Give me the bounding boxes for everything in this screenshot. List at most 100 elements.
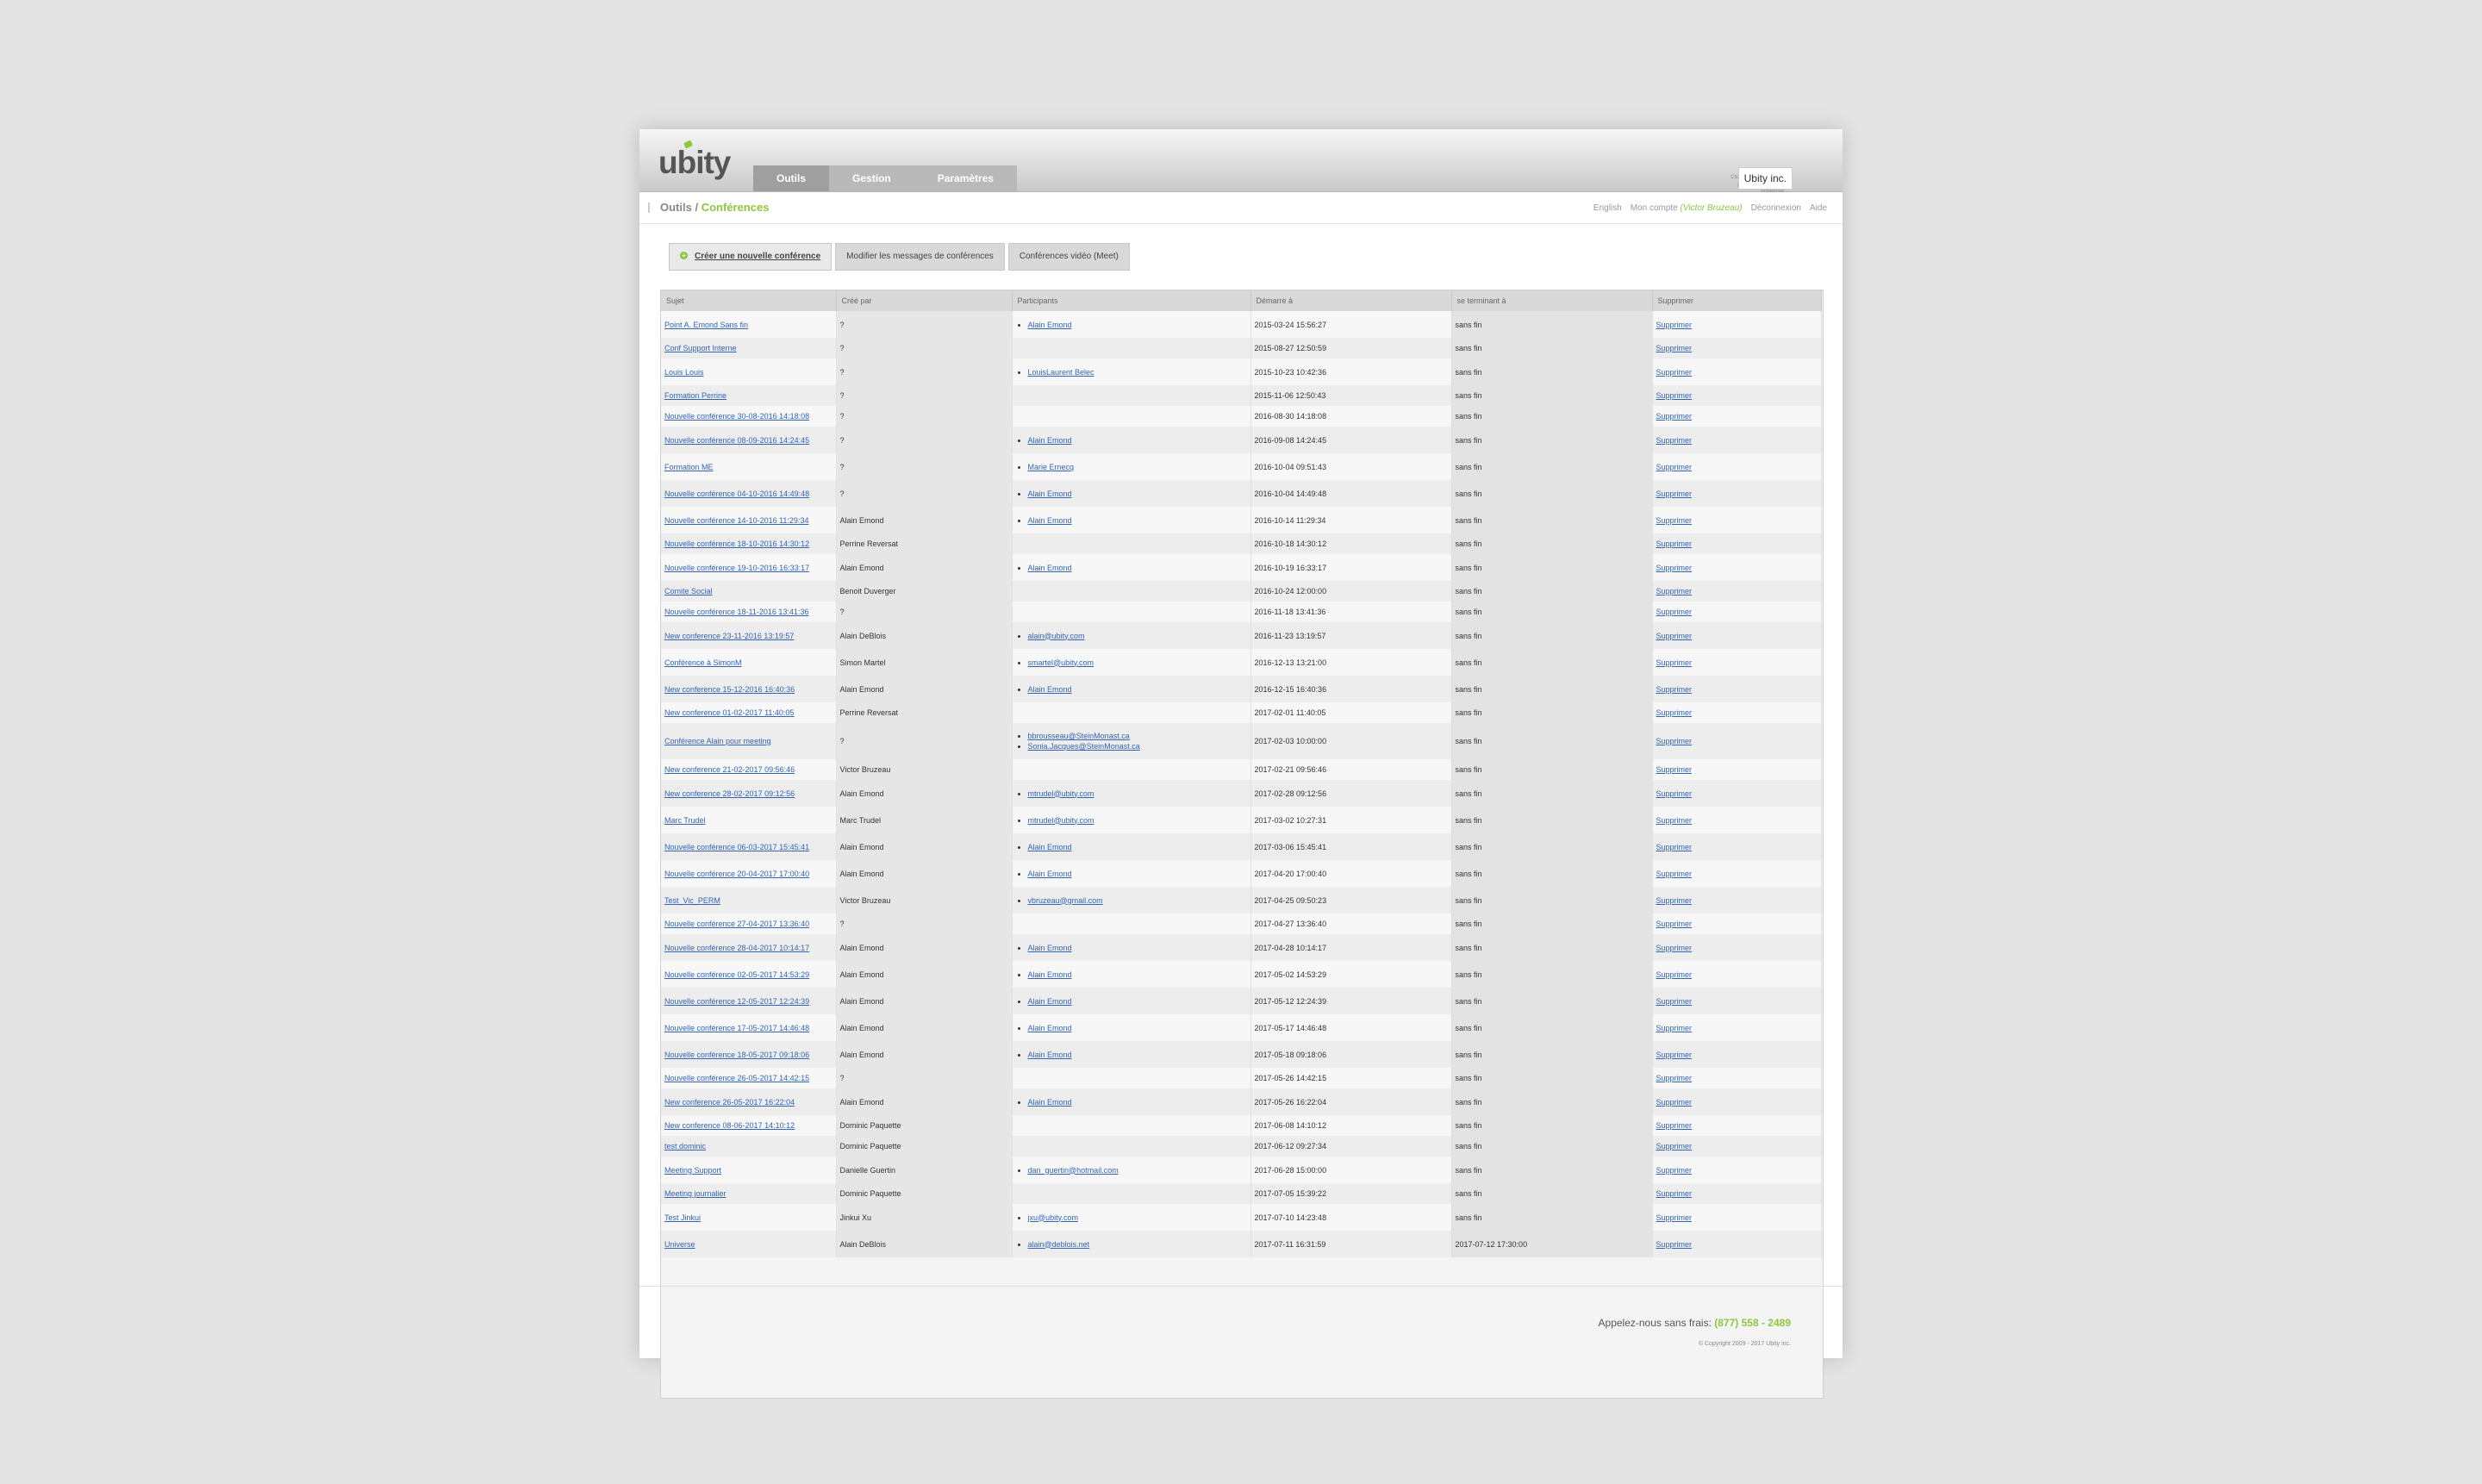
language-link[interactable]: English (1593, 203, 1622, 213)
participant-link[interactable]: Alain Emond (1028, 997, 1072, 1006)
delete-link[interactable]: Supprimer (1656, 685, 1693, 694)
delete-link[interactable]: Supprimer (1656, 1142, 1693, 1150)
participant-link[interactable]: alain@ubity.com (1028, 632, 1085, 640)
company-badge[interactable]: Ubity inc. (1737, 167, 1793, 190)
delete-link[interactable]: Supprimer (1656, 789, 1693, 798)
participant-link[interactable]: Alain Emond (1028, 516, 1072, 525)
edit-messages-button[interactable]: Modifier les messages de conférences (835, 243, 1005, 271)
delete-link[interactable]: Supprimer (1656, 1098, 1693, 1107)
conference-subject-link[interactable]: Formation Perrine (664, 391, 727, 400)
conference-subject-link[interactable]: New conference 15-12-2016 16:40:36 (664, 685, 795, 694)
delete-link[interactable]: Supprimer (1656, 489, 1693, 498)
conference-subject-link[interactable]: Nouvelle conférence 17-05-2017 14:46:48 (664, 1024, 809, 1032)
delete-link[interactable]: Supprimer (1656, 1240, 1693, 1249)
delete-link[interactable]: Supprimer (1656, 816, 1693, 825)
conference-subject-link[interactable]: New conference 08-06-2017 14:10:12 (664, 1121, 795, 1130)
delete-link[interactable]: Supprimer (1656, 539, 1693, 548)
ubity-logo[interactable]: ubity (658, 145, 731, 181)
participant-link[interactable]: Alain Emond (1028, 1051, 1072, 1059)
participant-link[interactable]: smartel@ubity.com (1028, 658, 1094, 667)
conference-subject-link[interactable]: Nouvelle conférence 26-05-2017 14:42:15 (664, 1074, 809, 1082)
account-link[interactable]: Mon compte (Victor Bruzeau) (1631, 203, 1743, 213)
phone-number[interactable]: (877) 558 - 2489 (1714, 1317, 1791, 1329)
participant-link[interactable]: Alain Emond (1028, 436, 1072, 445)
participant-link[interactable]: Sonia.Jacques@SteinMonast.ca (1028, 742, 1140, 751)
participant-link[interactable]: Alain Emond (1028, 321, 1072, 329)
delete-link[interactable]: Supprimer (1656, 737, 1693, 745)
conference-subject-link[interactable]: Nouvelle conférence 08-09-2016 14:24:45 (664, 436, 809, 445)
delete-link[interactable]: Supprimer (1656, 944, 1693, 952)
delete-link[interactable]: Supprimer (1656, 412, 1693, 421)
conference-subject-link[interactable]: Nouvelle conférence 02-05-2017 14:53:29 (664, 970, 809, 979)
participant-link[interactable]: alain@deblois.net (1028, 1240, 1090, 1249)
participant-link[interactable]: Alain Emond (1028, 870, 1072, 878)
delete-link[interactable]: Supprimer (1656, 1051, 1693, 1059)
participant-link[interactable]: bbrousseau@SteinMonast.ca (1028, 732, 1130, 740)
conference-subject-link[interactable]: Point A. Emond Sans fin (664, 321, 748, 329)
col-creator[interactable]: Créé par (836, 290, 1013, 311)
delete-link[interactable]: Supprimer (1656, 970, 1693, 979)
delete-link[interactable]: Supprimer (1656, 920, 1693, 928)
delete-link[interactable]: Supprimer (1656, 564, 1693, 572)
conference-subject-link[interactable]: Formation ME (664, 463, 714, 471)
participant-link[interactable]: Alain Emond (1028, 1024, 1072, 1032)
delete-link[interactable]: Supprimer (1656, 608, 1693, 616)
delete-link[interactable]: Supprimer (1656, 997, 1693, 1006)
delete-link[interactable]: Supprimer (1656, 1189, 1693, 1198)
col-participants[interactable]: Participants (1012, 290, 1251, 311)
conference-subject-link[interactable]: Meeting journalier (664, 1189, 727, 1198)
conference-subject-link[interactable]: Nouvelle conférence 27-04-2017 13:36:40 (664, 920, 809, 928)
breadcrumb-root[interactable]: Outils (660, 201, 692, 214)
conference-subject-link[interactable]: test dominic (664, 1142, 706, 1150)
conference-subject-link[interactable]: New conference 26-05-2017 16:22:04 (664, 1098, 795, 1107)
participant-link[interactable]: mtrudel@ubity.com (1028, 816, 1094, 825)
delete-link[interactable]: Supprimer (1656, 321, 1693, 329)
delete-link[interactable]: Supprimer (1656, 587, 1693, 595)
delete-link[interactable]: Supprimer (1656, 436, 1693, 445)
conference-subject-link[interactable]: Nouvelle conférence 18-10-2016 14:30:12 (664, 539, 809, 548)
nav-gestion[interactable]: Gestion (829, 165, 914, 191)
col-subject[interactable]: Sujet (661, 290, 837, 311)
conference-subject-link[interactable]: Conférence Alain pour meeting (664, 737, 771, 745)
nav-outils[interactable]: Outils (753, 165, 830, 191)
conference-subject-link[interactable]: Test_Vic_PERM (664, 896, 720, 905)
participant-link[interactable]: LouisLaurent Belec (1028, 368, 1094, 377)
delete-link[interactable]: Supprimer (1656, 1074, 1693, 1082)
participant-link[interactable]: Marie Ernecq (1028, 463, 1075, 471)
delete-link[interactable]: Supprimer (1656, 368, 1693, 377)
delete-link[interactable]: Supprimer (1656, 1166, 1693, 1175)
delete-link[interactable]: Supprimer (1656, 463, 1693, 471)
conference-subject-link[interactable]: Nouvelle conférence 06-03-2017 15:45:41 (664, 843, 809, 851)
participant-link[interactable]: Alain Emond (1028, 564, 1072, 572)
video-conferences-button[interactable]: Conférences vidéo (Meet) (1007, 243, 1130, 271)
conference-subject-link[interactable]: New conference 01-02-2017 11:40:05 (664, 708, 794, 717)
conference-subject-link[interactable]: Nouvelle conférence 28-04-2017 10:14:17 (664, 944, 809, 952)
create-conference-button[interactable]: + Créer une nouvelle conférence (669, 243, 833, 271)
conference-subject-link[interactable]: Nouvelle conférence 14-10-2016 11:29:34 (664, 516, 808, 525)
logout-link[interactable]: Déconnexion (1751, 203, 1801, 213)
delete-link[interactable]: Supprimer (1656, 391, 1693, 400)
delete-link[interactable]: Supprimer (1656, 843, 1693, 851)
participant-link[interactable]: mtrudel@ubity.com (1028, 789, 1094, 798)
conference-subject-link[interactable]: New conference 23-11-2016 13:19:57 (664, 632, 794, 640)
participant-link[interactable]: Alain Emond (1028, 970, 1072, 979)
conference-subject-link[interactable]: New conference 28-02-2017 09:12:56 (664, 789, 795, 798)
conference-subject-link[interactable]: New conference 21-02-2017 09:56:46 (664, 765, 795, 774)
nav-parametres[interactable]: Paramètres (914, 165, 1017, 191)
conference-subject-link[interactable]: Nouvelle conférence 19-10-2016 16:33:17 (664, 564, 809, 572)
conference-subject-link[interactable]: Marc Trudel (664, 816, 706, 825)
participant-link[interactable]: Alain Emond (1028, 944, 1072, 952)
conference-subject-link[interactable]: Nouvelle conférence 20-04-2017 17:00:40 (664, 870, 809, 878)
conference-subject-link[interactable]: Nouvelle conférence 04-10-2016 14:49:48 (664, 489, 809, 498)
conference-subject-link[interactable]: Nouvelle conférence 18-11-2016 13:41:36 (664, 608, 808, 616)
conference-subject-link[interactable]: Nouvelle conférence 18-05-2017 09:18:06 (664, 1051, 809, 1059)
col-end[interactable]: se terminant à (1451, 290, 1653, 311)
conference-subject-link[interactable]: Universe (664, 1240, 695, 1249)
col-start[interactable]: Démarre à (1250, 290, 1452, 311)
participant-link[interactable]: dan_guertin@hotmail.com (1028, 1166, 1119, 1175)
delete-link[interactable]: Supprimer (1656, 870, 1693, 878)
delete-link[interactable]: Supprimer (1656, 1024, 1693, 1032)
delete-link[interactable]: Supprimer (1656, 708, 1693, 717)
delete-link[interactable]: Supprimer (1656, 658, 1693, 667)
delete-link[interactable]: Supprimer (1656, 1213, 1693, 1222)
